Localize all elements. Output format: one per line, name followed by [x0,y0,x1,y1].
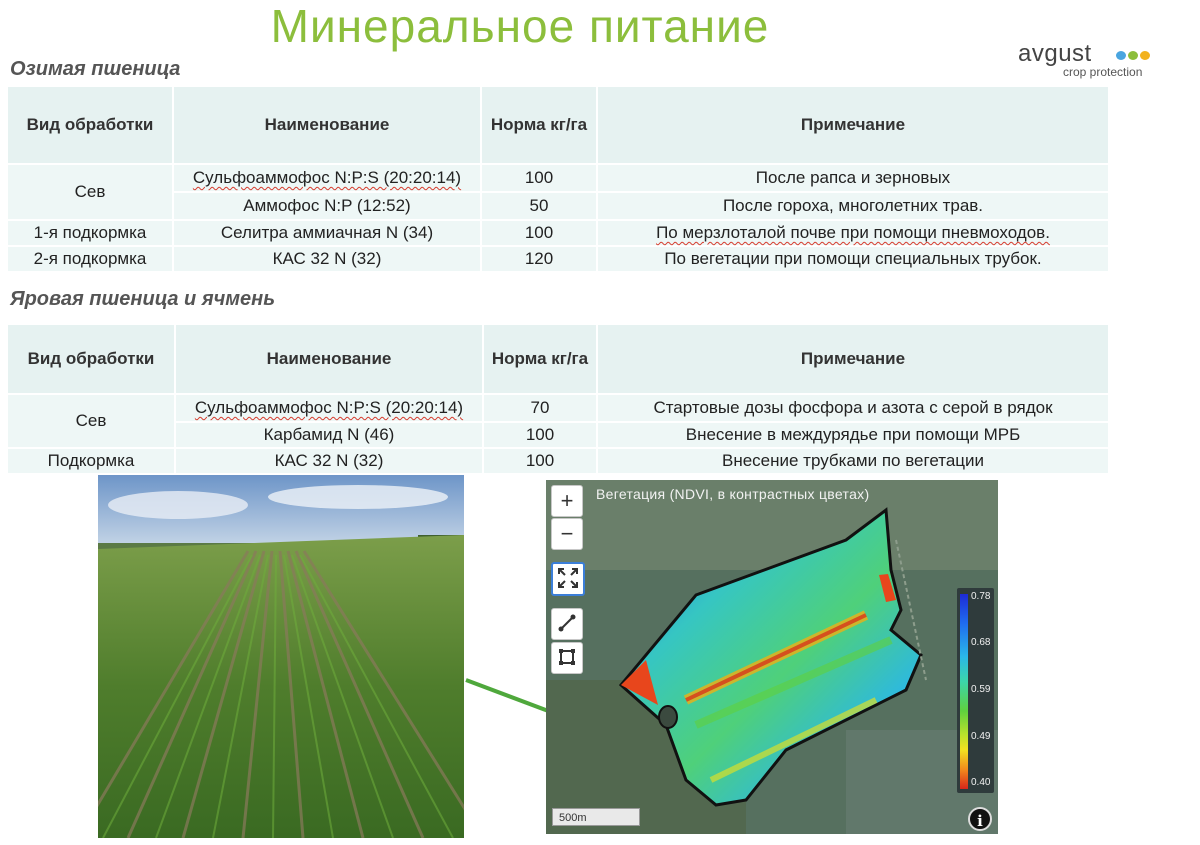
cell-note-text: По мерзлоталой почве при помощи пневмохо… [656,223,1050,242]
cell-rate: 100 [482,165,596,191]
wheat-field-photo [98,475,464,838]
winter-wheat-heading: Озимая пшеница [10,58,181,80]
cell-name: Сульфоаммофос N:P:S (20:20:14) [174,165,480,191]
cell-type: 1-я подкормка [8,221,172,245]
spring-wheat-heading: Яровая пшеница и ячмень [10,288,276,310]
cell-name-text: Сульфоаммофос N:P:S (20:20:14) [192,168,462,187]
winter-wheat-table: Вид обработки Наименование Норма кг/га П… [6,85,1110,273]
table-row: Сев Сульфоаммофос N:P:S (20:20:14) 70 Ст… [8,395,1108,447]
table-row: Аммофос N:P (12:52) 50 После гороха, мно… [8,193,1108,219]
logo-subtitle: crop protection [1063,65,1143,79]
page-title: Минеральное питание [270,0,770,52]
polygon-area-icon [559,649,575,665]
logo-wordmark: avgust [1018,40,1092,67]
table-row: Подкормка КАС 32 N (32) 100 Внесение тру… [8,449,1108,473]
info-icon[interactable]: i [968,807,992,831]
ndvi-legend: 0.78 0.68 0.59 0.49 0.40 [957,588,994,793]
header-note: Примечание [598,325,1108,393]
map-scale-bar: 500m [552,808,640,826]
cell-rate: 100 [484,449,596,473]
cell-name: Карбамид N (46) [176,423,482,447]
fullscreen-button[interactable] [551,562,585,596]
legend-label: 0.78 [971,591,991,602]
avgust-logo: avgust crop protection [1018,40,1158,79]
cell-rate: 70 [484,395,596,421]
header-note: Примечание [598,87,1108,163]
cell-rate: 100 [482,221,596,245]
cell-name: КАС 32 N (32) [176,449,482,473]
cell-name: Аммофос N:P (12:52) [174,193,480,219]
cell-name-text: Сульфоаммофос N:P:S (20:20:14) [194,398,464,417]
table-row: 2-я подкормка КАС 32 N (32) 120 По вегет… [8,247,1108,271]
cell-name: Сульфоаммофос N:P:S (20:20:14) [176,395,482,421]
legend-label: 0.68 [971,637,991,648]
header-type: Вид обработки [8,325,174,393]
cell-name: КАС 32 N (32) [174,247,480,271]
cell-note: По вегетации при помощи специальных труб… [598,247,1108,271]
legend-label: 0.59 [971,684,991,695]
cell-type: Подкормка [8,449,174,473]
map-layer-title: Вегетация (NDVI, в контрастных цветах) [596,486,870,502]
table-row: Сев Сульфоаммофос N:P:S (20:20:14) 100 П… [8,165,1108,219]
logo-dots [1116,47,1152,65]
table-row: 1-я подкормка Селитра аммиачная N (34) 1… [8,221,1108,245]
header-name: Наименование [174,87,480,163]
cell-type: 2-я подкормка [8,247,172,271]
cell-rate: 120 [482,247,596,271]
ndvi-map[interactable]: Вегетация (NDVI, в контрастных цветах) +… [546,480,998,834]
measure-line-button[interactable] [551,608,583,640]
expand-icon [558,568,578,588]
map-imagery [546,480,998,834]
header-name: Наименование [176,325,482,393]
measure-area-button[interactable] [551,642,583,674]
cell-note: После рапса и зерновых [598,165,1108,191]
cell-name: Селитра аммиачная N (34) [174,221,480,245]
cell-type: Сев [8,165,172,219]
header-rate: Норма кг/га [484,325,596,393]
header-type: Вид обработки [8,87,172,163]
legend-label: 0.40 [971,777,991,788]
cell-note: Внесение трубками по вегетации [598,449,1108,473]
cell-rate: 50 [482,193,596,219]
cell-rate: 100 [484,423,596,447]
zoom-in-button[interactable]: + [551,485,583,517]
cell-type: Сев [8,395,174,447]
cell-note: Стартовые дозы фосфора и азота с серой в… [598,395,1108,421]
cell-note: По мерзлоталой почве при помощи пневмохо… [598,221,1108,245]
spring-wheat-table: Вид обработки Наименование Норма кг/га П… [6,323,1110,475]
zoom-out-button[interactable]: − [551,518,583,550]
header-rate: Норма кг/га [482,87,596,163]
cell-note: После гороха, многолетних трав. [598,193,1108,219]
ruler-line-icon [558,614,576,632]
cell-note: Внесение в междурядье при помощи МРБ [598,423,1108,447]
legend-color-bar [960,594,968,789]
legend-label: 0.49 [971,731,991,742]
